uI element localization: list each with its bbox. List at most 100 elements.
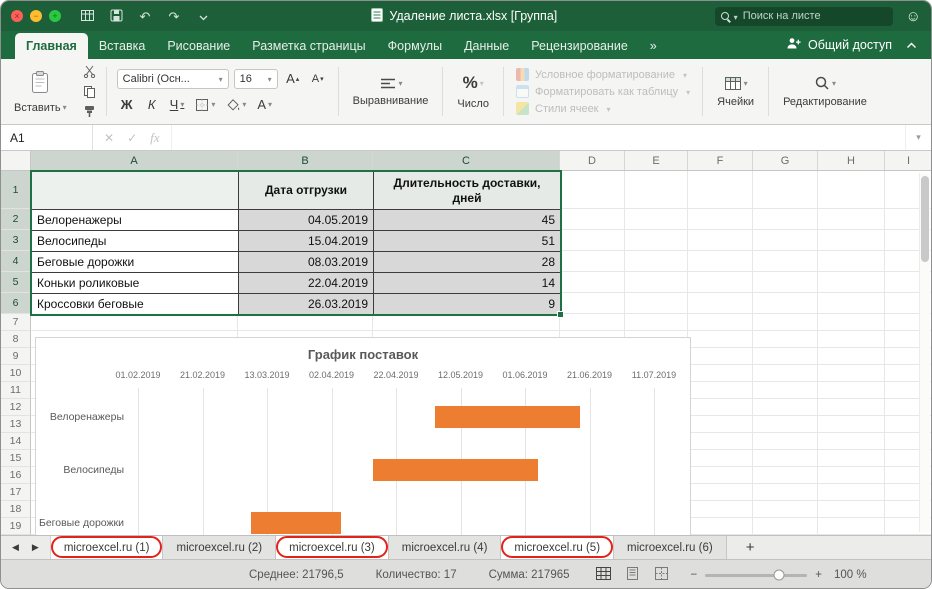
table-cell-name[interactable]: Коньки роликовые [32, 273, 239, 294]
cell-F14[interactable] [688, 433, 753, 450]
chart-bar[interactable] [251, 512, 341, 534]
next-sheet-icon[interactable]: ▶ [32, 542, 39, 553]
zoom-slider[interactable] [705, 574, 807, 577]
cell-G3[interactable] [753, 230, 818, 251]
row-header-2[interactable]: 2 [1, 209, 31, 230]
cell-C7[interactable] [373, 314, 560, 331]
cell-H13[interactable] [818, 416, 885, 433]
add-sheet-button[interactable]: + [731, 536, 770, 559]
sheet-search-box[interactable] [715, 7, 893, 26]
cell-G6[interactable] [753, 293, 818, 314]
cell-G8[interactable] [753, 331, 818, 348]
sheet-tab-2[interactable]: microexcel.ru (2) [163, 536, 276, 559]
zoom-window-button[interactable] [49, 10, 61, 22]
cell-D1[interactable] [560, 171, 625, 209]
cell-H4[interactable] [818, 251, 885, 272]
formula-bar-expand-chevron-icon[interactable] [905, 125, 931, 150]
fill-handle[interactable] [557, 311, 564, 318]
undo-icon[interactable]: ↶ [134, 10, 156, 23]
cell-G18[interactable] [753, 501, 818, 518]
font-color-button[interactable]: А [254, 95, 275, 115]
fill-color-button[interactable] [223, 95, 249, 115]
cell-F5[interactable] [688, 272, 753, 293]
row-header-4[interactable]: 4 [1, 251, 31, 272]
increase-font-button[interactable]: A▴ [283, 69, 303, 89]
table-cell-days[interactable]: 45 [374, 210, 561, 231]
row-header-13[interactable]: 13 [1, 416, 31, 433]
cell-G15[interactable] [753, 450, 818, 467]
view-grid-icon[interactable] [76, 10, 98, 23]
row-header-9[interactable]: 9 [1, 348, 31, 365]
cell-F4[interactable] [688, 251, 753, 272]
row-header-1[interactable]: 1 [1, 171, 31, 209]
table-cell-date[interactable]: 22.04.2019 [239, 273, 374, 294]
formula-input[interactable] [172, 125, 905, 150]
tab-layout[interactable]: Разметка страницы [241, 33, 376, 59]
sheet-tab-1[interactable]: microexcel.ru (1) [51, 536, 164, 559]
underline-button[interactable]: Ч [167, 95, 188, 115]
table-cell-days[interactable]: 51 [374, 231, 561, 252]
cell-H7[interactable] [818, 314, 885, 331]
tab-draw[interactable]: Рисование [156, 33, 241, 59]
cell-E1[interactable] [625, 171, 688, 209]
column-header-H[interactable]: H [818, 151, 885, 170]
zoom-slider-thumb[interactable] [773, 570, 784, 581]
cell-F6[interactable] [688, 293, 753, 314]
quick-access-chevron-icon[interactable] [192, 10, 214, 23]
save-icon[interactable] [105, 9, 127, 24]
format-painter-brush-icon[interactable] [83, 105, 96, 118]
cell-G10[interactable] [753, 365, 818, 382]
cell-G14[interactable] [753, 433, 818, 450]
cell-G1[interactable] [753, 171, 818, 209]
cell-G13[interactable] [753, 416, 818, 433]
cell-G7[interactable] [753, 314, 818, 331]
cell-G12[interactable] [753, 399, 818, 416]
minimize-button[interactable] [30, 10, 42, 22]
sheet-tab-4[interactable]: microexcel.ru (4) [389, 536, 502, 559]
cell-G4[interactable] [753, 251, 818, 272]
insert-function-icon[interactable]: fx [150, 130, 159, 146]
tab-data[interactable]: Данные [453, 33, 520, 59]
redo-icon[interactable]: ↷ [163, 10, 185, 23]
column-header-B[interactable]: B [238, 151, 373, 170]
cell-H10[interactable] [818, 365, 885, 382]
cell-H9[interactable] [818, 348, 885, 365]
collapse-ribbon-chevron-icon[interactable] [906, 36, 917, 54]
confirm-icon[interactable]: ✓ [127, 131, 137, 145]
cell-B7[interactable] [238, 314, 373, 331]
sheet-tab-5[interactable]: microexcel.ru (5) [501, 536, 614, 559]
close-button[interactable] [11, 10, 23, 22]
chart-bar[interactable] [435, 406, 580, 428]
bold-button[interactable]: Ж [117, 95, 137, 115]
cell-G9[interactable] [753, 348, 818, 365]
page-layout-view-icon[interactable] [625, 567, 640, 583]
row-header-10[interactable]: 10 [1, 365, 31, 382]
column-header-F[interactable]: F [688, 151, 753, 170]
table-cell-days[interactable]: 28 [374, 252, 561, 273]
cell-H5[interactable] [818, 272, 885, 293]
cell-F10[interactable] [688, 365, 753, 382]
column-header-G[interactable]: G [753, 151, 818, 170]
paste-button[interactable]: Вставить [5, 61, 76, 122]
row-header-15[interactable]: 15 [1, 450, 31, 467]
normal-view-icon[interactable] [596, 567, 611, 583]
vertical-scrollbar[interactable] [919, 173, 930, 532]
number-group[interactable]: % Число [446, 61, 500, 122]
zoom-in-icon[interactable]: + [815, 569, 822, 581]
row-header-16[interactable]: 16 [1, 467, 31, 484]
cell-H19[interactable] [818, 518, 885, 535]
row-header-5[interactable]: 5 [1, 272, 31, 293]
cell-E5[interactable] [625, 272, 688, 293]
cell-F3[interactable] [688, 230, 753, 251]
row-header-12[interactable]: 12 [1, 399, 31, 416]
cell-G2[interactable] [753, 209, 818, 230]
copy-icon[interactable] [83, 85, 96, 98]
table-header-date[interactable]: Дата отгрузки [239, 172, 374, 210]
cell-H14[interactable] [818, 433, 885, 450]
cell-F2[interactable] [688, 209, 753, 230]
cell-H17[interactable] [818, 484, 885, 501]
table-cell-days[interactable]: 14 [374, 273, 561, 294]
table-cell-date[interactable]: 04.05.2019 [239, 210, 374, 231]
cell-D6[interactable] [560, 293, 625, 314]
cell-F1[interactable] [688, 171, 753, 209]
